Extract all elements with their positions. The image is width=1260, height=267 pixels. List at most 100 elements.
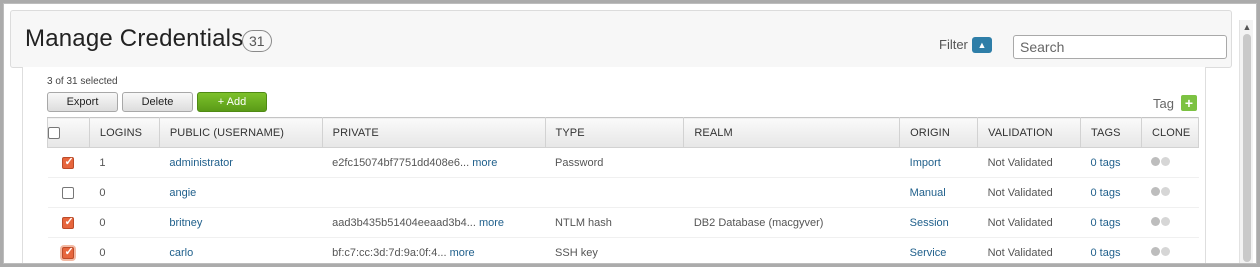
more-link[interactable]: more	[479, 217, 504, 229]
username-link[interactable]: administrator	[169, 157, 233, 169]
filter-toggle-button[interactable]: ▲	[972, 37, 992, 53]
column-header-clone: CLONE	[1140, 117, 1200, 148]
username-link[interactable]: britney	[169, 217, 202, 229]
chevron-up-icon: ▲	[977, 40, 987, 50]
row-select-cell	[47, 237, 90, 263]
tags-cell: 0 tags	[1080, 237, 1142, 263]
realm-cell: DB2 Database (macgyver)	[683, 207, 900, 238]
column-header-username[interactable]: PUBLIC (USERNAME)	[158, 117, 323, 148]
column-header-type[interactable]: TYPE	[544, 117, 685, 148]
type-cell: SSH key	[545, 237, 684, 263]
private-cell	[322, 177, 546, 208]
clone-cell	[1141, 207, 1199, 238]
clone-cell	[1141, 177, 1199, 208]
origin-link[interactable]: Service	[910, 247, 947, 259]
row-select-cell	[47, 147, 90, 178]
table-row: 0 britney aad3b435b51404eeaad3b4... more…	[47, 207, 1199, 238]
filter-label: Filter	[939, 37, 968, 52]
scroll-up-arrow-icon[interactable]: ▲	[1242, 22, 1252, 32]
origin-cell: Session	[899, 207, 978, 238]
validation-cell: Not Validated	[977, 207, 1081, 238]
add-button[interactable]: + Add	[197, 92, 267, 112]
realm-cell	[683, 147, 900, 178]
origin-link[interactable]: Import	[910, 157, 941, 169]
table-header-row: LOGINS PUBLIC (USERNAME) PRIVATE TYPE RE…	[47, 117, 1200, 148]
clone-dots-icon[interactable]	[1151, 246, 1171, 259]
column-header-tags[interactable]: TAGS	[1080, 117, 1142, 148]
table-row: 0 angie Manual Not Validated 0 tags	[47, 177, 1199, 208]
more-link[interactable]: more	[450, 247, 475, 259]
validation-cell: Not Validated	[977, 147, 1081, 178]
realm-cell	[683, 177, 900, 208]
tags-link[interactable]: 0 tags	[1091, 247, 1121, 259]
logins-cell: 0	[89, 177, 160, 208]
logins-cell: 1	[89, 147, 160, 178]
origin-link[interactable]: Session	[910, 217, 949, 229]
origin-link[interactable]: Manual	[910, 187, 946, 199]
origin-cell: Manual	[899, 177, 978, 208]
validation-cell: Not Validated	[977, 177, 1081, 208]
scrollbar-thumb[interactable]	[1243, 34, 1251, 262]
logins-cell: 0	[89, 237, 160, 263]
column-header-origin[interactable]: ORIGIN	[899, 117, 979, 148]
add-tag-button[interactable]: +	[1181, 95, 1197, 111]
row-checkbox[interactable]	[62, 215, 75, 229]
logins-cell: 0	[89, 207, 160, 238]
private-value: bf:c7:cc:3d:7d:9a:0f:4...	[332, 246, 447, 259]
select-all-header	[47, 117, 90, 148]
clone-cell	[1141, 237, 1199, 263]
delete-button[interactable]: Delete	[122, 92, 193, 112]
type-cell: NTLM hash	[545, 207, 684, 238]
table-row: 1 administrator e2fc15074bf7751dd408e6..…	[47, 147, 1199, 178]
origin-cell: Service	[899, 237, 978, 263]
private-cell: bf:c7:cc:3d:7d:9a:0f:4... more	[322, 237, 546, 263]
type-cell	[545, 177, 684, 208]
tags-cell: 0 tags	[1080, 207, 1142, 238]
column-header-realm[interactable]: REALM	[683, 117, 901, 148]
credentials-table: LOGINS PUBLIC (USERNAME) PRIVATE TYPE RE…	[47, 117, 1200, 263]
selection-count: 3 of 31 selected	[47, 76, 118, 87]
username-cell: administrator	[159, 147, 323, 178]
username-cell: carlo	[159, 237, 323, 263]
credential-count-badge: 31	[242, 30, 272, 52]
vertical-scrollbar[interactable]: ▲	[1239, 20, 1253, 263]
username-link[interactable]: angie	[169, 187, 196, 199]
private-cell: aad3b435b51404eeaad3b4... more	[322, 207, 546, 238]
tags-link[interactable]: 0 tags	[1091, 187, 1121, 199]
table-row: 0 carlo bf:c7:cc:3d:7d:9a:0f:4... more S…	[47, 237, 1199, 263]
username-link[interactable]: carlo	[169, 247, 193, 259]
validation-cell: Not Validated	[977, 237, 1081, 263]
clone-dots-icon[interactable]	[1151, 156, 1171, 169]
row-checkbox[interactable]	[62, 155, 75, 169]
credentials-window: Manage Credentials 31 Filter ▲ 3 of 31 s…	[3, 3, 1257, 264]
row-checkbox[interactable]	[62, 245, 75, 259]
tags-link[interactable]: 0 tags	[1091, 217, 1121, 229]
page-title: Manage Credentials	[25, 25, 244, 52]
private-cell: e2fc15074bf7751dd408e6... more	[322, 147, 546, 178]
row-checkbox[interactable]	[62, 186, 75, 199]
tags-cell: 0 tags	[1080, 147, 1142, 178]
type-cell: Password	[545, 147, 684, 178]
clone-dots-icon[interactable]	[1151, 186, 1171, 199]
credentials-panel: 3 of 31 selected Export Delete + Add Tag…	[22, 67, 1206, 263]
private-value: e2fc15074bf7751dd408e6...	[332, 156, 470, 169]
clone-dots-icon[interactable]	[1151, 216, 1171, 229]
origin-cell: Import	[899, 147, 978, 178]
column-header-validation[interactable]: VALIDATION	[977, 117, 1081, 148]
column-header-logins[interactable]: LOGINS	[88, 117, 160, 148]
page-header: Manage Credentials 31 Filter ▲	[10, 10, 1232, 68]
search-input[interactable]	[1013, 35, 1227, 59]
username-cell: britney	[159, 207, 323, 238]
export-button[interactable]: Export	[47, 92, 118, 112]
row-select-cell	[47, 207, 90, 238]
column-header-private[interactable]: PRIVATE	[321, 117, 546, 148]
tags-link[interactable]: 0 tags	[1091, 157, 1121, 169]
tag-label: Tag	[1153, 96, 1174, 111]
username-cell: angie	[159, 177, 323, 208]
select-all-checkbox[interactable]	[48, 126, 60, 139]
tags-cell: 0 tags	[1080, 177, 1142, 208]
more-link[interactable]: more	[472, 157, 497, 169]
private-value: aad3b435b51404eeaad3b4...	[332, 216, 476, 229]
realm-cell	[683, 237, 900, 263]
clone-cell	[1141, 147, 1199, 178]
